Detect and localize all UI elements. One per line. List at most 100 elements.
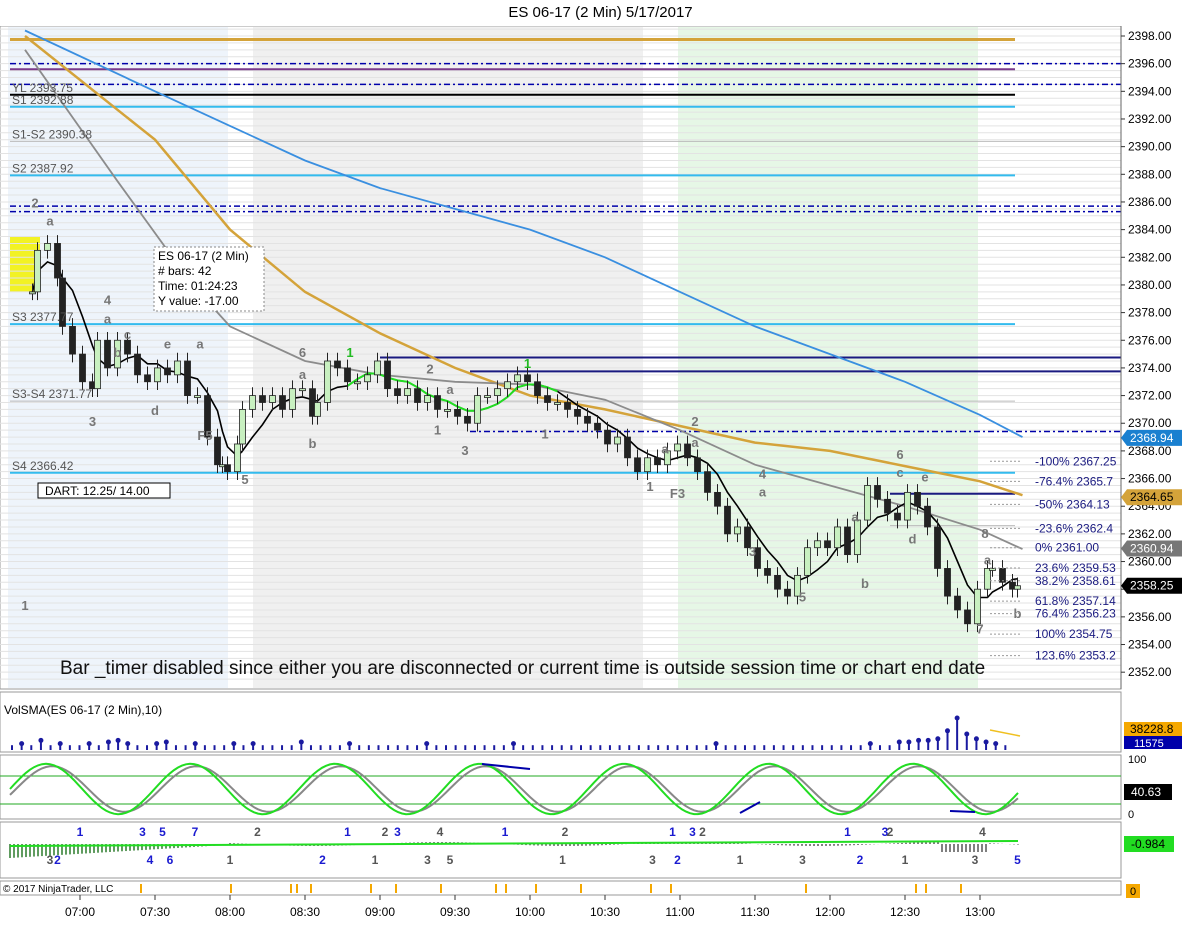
price-axis-label: 2376.00 [1128,333,1172,347]
candle-body [704,471,711,493]
time-axis-label: 08:30 [290,905,320,919]
volume-dot [954,715,960,721]
wave-label: 2 [691,414,698,429]
fib-label: -50% 2364.13 [1035,497,1110,511]
price-axis-label: 2392.00 [1128,112,1172,126]
price-axis-label: 2362.00 [1128,527,1172,541]
chart-canvas[interactable]: 12a4acbe a3dF556ab12a1311a1 F32a4a35ab6c ed… [0,26,1201,952]
candle-body [924,505,931,528]
info-box: ES 06-17 (2 Min) # bars: 42 Time: 01:24:… [153,246,265,312]
wave-label: c [124,327,131,342]
oscillator-label: 1 [227,853,234,867]
price-axis-label: 2354.00 [1128,638,1172,652]
volume-dot [298,739,304,745]
oscillator-label: 1 [844,825,851,839]
signal-tick [505,884,507,893]
wave-label: 5 [241,472,248,487]
price-axis-label: 2360.00 [1128,555,1172,569]
level-label: S1-S2 2390.38 [12,127,92,141]
candle-body [554,402,561,405]
wave-label: F3 [670,486,685,501]
level-label: S4 2366.42 [12,459,74,473]
level-label: S2 2387.92 [12,161,74,175]
time-axis-label: 10:30 [590,905,620,919]
price-axis-label: 2386.00 [1128,195,1172,209]
wave-label: 1 [646,479,653,494]
candle-body [534,381,541,396]
oscillator-marker-text: -0.984 [1131,837,1165,851]
wave-label: 6 [896,447,903,462]
wave-label: c [896,465,903,480]
price-axis-label: 2398.00 [1128,29,1172,43]
signal-tick [395,884,397,893]
price-marker-text: 2364.65 [1130,490,1174,504]
candle-body [714,491,721,507]
candle-body [354,381,361,385]
signal-tick [495,884,497,893]
candle-body [154,367,161,383]
volume-panel[interactable]: VolSMA(ES 06-17 (2 Min),10) 38228.8 1157… [0,691,1182,753]
candle-body [724,505,731,535]
candle-body [249,395,256,410]
wave-label: a [104,312,112,327]
oscillator-panel[interactable]: 1 3 5 7 1 3 1 1 3 1 32 2 4 2 2 2 43 2 4 6 1 2 1 3 5 1 3 2 1 3 2 1 3 5 -0.… [0,821,1174,879]
candle-body [694,457,701,473]
signal-marker-text: 0 [1130,886,1136,898]
volume-dot [86,741,92,747]
stochastic-panel[interactable]: 100 0 40.63 [0,754,1172,821]
price-axis-label: 2366.00 [1128,472,1172,486]
candle-body [374,360,381,376]
fib-label: -76.4% 2365.7 [1035,474,1113,488]
time-axis-label: 09:30 [440,905,470,919]
wave-label: a [196,337,204,352]
oscillator-label: 2 [319,853,326,867]
wave-label: 1 [541,426,548,441]
wave-label: 3 [461,443,468,458]
time-axis[interactable]: 07:00 07:30 08:00 08:30 09:00 09:30 10:00 10:30… [65,895,995,919]
wave-label: a [851,509,859,524]
volume-dot [973,736,979,742]
volume-dot [163,739,169,745]
oscillator-label: 1 [737,853,744,867]
candle-body [824,540,831,549]
candle-body [864,485,871,521]
oscillator-label: 3 [972,853,979,867]
price-axis-label: 2378.00 [1128,306,1172,320]
volume-dot [115,737,121,743]
oscillator-label: 1 [372,853,379,867]
info-box-line: # bars: 42 [158,264,212,278]
candle-body [774,574,781,590]
oscillator-label: 3 [649,853,656,867]
wave-label: a [299,367,307,382]
candle-body [674,443,681,452]
wave-label: a [759,485,767,500]
signal-panel[interactable]: © 2017 NinjaTrader, LLC 0 [0,880,1140,898]
price-axis[interactable]: 2352.002354.002356.002358.002360.002362.… [1120,26,1182,689]
candle-body [334,360,341,369]
price-axis-label: 2352.00 [1128,665,1172,679]
wave-label: 4 [104,292,112,307]
wave-label: 1 [524,356,531,371]
candle-body [654,457,661,466]
volume-dot [347,741,353,747]
wave-label: e [921,469,928,484]
price-panel[interactable]: 12a4acbe a3dF556ab12a1311a1 F32a4a35ab6c ed… [0,26,1182,690]
wave-label: a [984,552,992,567]
signal-tick [140,884,142,893]
candle-body [999,568,1006,583]
candle-body [524,374,531,383]
candle-body [299,388,306,392]
candle-body [974,588,981,625]
signal-tick [925,884,927,893]
oscillator-label: 2 [699,825,706,839]
candle-body [414,388,421,403]
stochastic-axis-tick: 100 [1128,754,1146,766]
candle-body [1014,585,1021,590]
candle-body [634,457,641,473]
candle-body [194,395,201,398]
volume-dot [944,728,950,734]
signal-tick [580,884,582,893]
candle-body [69,326,76,355]
fib-label: 0% 2361.00 [1035,541,1099,555]
price-axis-label: 2380.00 [1128,278,1172,292]
